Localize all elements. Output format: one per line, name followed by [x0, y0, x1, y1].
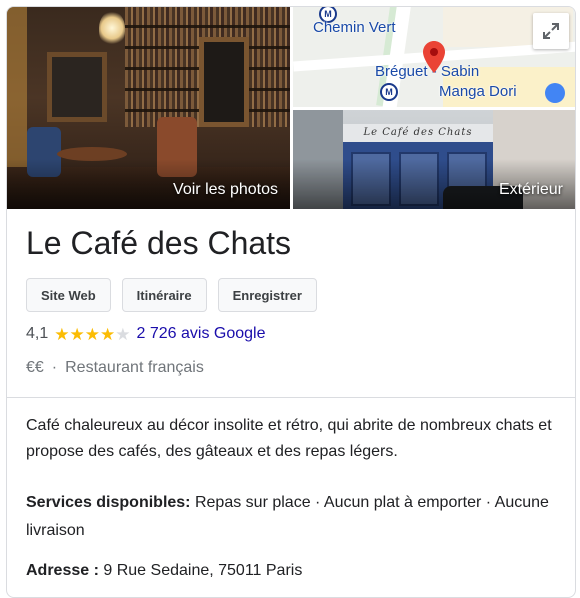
star-full-icon: ★	[54, 324, 70, 344]
directions-button[interactable]: Itinéraire	[121, 278, 207, 312]
interior-mirror	[47, 52, 107, 122]
address-row: Adresse : 9 Rue Sedaine, 75011 Paris	[26, 559, 302, 583]
expand-map-button[interactable]	[533, 13, 569, 49]
star-full-icon: ★	[69, 324, 85, 344]
storefront-sign: Le Café des Chats	[343, 124, 493, 142]
rating-stars: ★ ★ ★ ★ ★	[54, 326, 130, 343]
star-full-icon: ★	[100, 324, 116, 344]
rating-value: 4,1	[26, 325, 49, 342]
knowledge-panel: Voir les photos M Chemin Vert Bréguet - …	[6, 6, 576, 598]
save-button[interactable]: Enregistrer	[217, 278, 317, 312]
see-photos-caption[interactable]: Voir les photos	[173, 181, 278, 199]
interior-chandelier	[99, 11, 125, 45]
category-label: Restaurant français	[65, 359, 204, 376]
photos-tile[interactable]: Voir les photos	[7, 7, 290, 209]
action-buttons: Site Web Itinéraire Enregistrer	[26, 278, 317, 312]
services-label: Services disponibles:	[26, 494, 191, 511]
website-button[interactable]: Site Web	[26, 278, 111, 312]
section-divider	[7, 397, 575, 398]
separator-dot: ·	[51, 359, 58, 376]
reviews-link[interactable]: 2 726 avis Google	[137, 325, 266, 343]
rating-row: 4,1 ★ ★ ★ ★ ★ 2 726 avis Google	[26, 325, 265, 343]
place-title: Le Café des Chats	[26, 225, 292, 261]
price-level: €€	[26, 359, 44, 376]
services-row: Services disponibles: Repas sur place · …	[26, 489, 556, 545]
address-value[interactable]: 9 Rue Sedaine, 75011 Paris	[103, 562, 302, 579]
map-label-manga-dori: Manga Dori	[439, 83, 517, 100]
star-empty-icon: ★	[115, 324, 131, 344]
expand-icon	[543, 23, 559, 39]
star-full-icon: ★	[84, 324, 100, 344]
exterior-photo-tile[interactable]: Le Café des Chats Extérieur	[293, 110, 575, 209]
description: Café chaleureux au décor insolite et rét…	[26, 417, 552, 460]
photo-header: Voir les photos M Chemin Vert Bréguet - …	[7, 7, 575, 209]
address-label: Adresse :	[26, 562, 99, 579]
map-label-chemin-vert: Chemin Vert	[313, 19, 396, 36]
meta-row: €€ · Restaurant français	[26, 359, 204, 377]
interior-mirror	[199, 37, 249, 127]
shopping-bag-icon	[545, 83, 565, 103]
exterior-caption[interactable]: Extérieur	[499, 181, 563, 199]
metro-icon: M	[380, 83, 398, 101]
location-pin-icon	[423, 41, 445, 73]
map-tile[interactable]: M Chemin Vert Bréguet - Sabin M Manga Do…	[293, 7, 575, 107]
